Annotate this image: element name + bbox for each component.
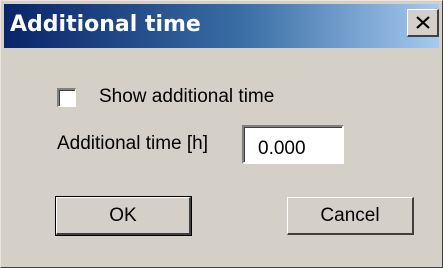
dialog-title: Additional time [10, 12, 201, 37]
close-button[interactable] [407, 9, 439, 37]
title-bar[interactable]: Additional time [4, 4, 439, 48]
additional-time-dialog: Additional time Show additional time Add… [0, 0, 443, 268]
additional-time-label: Additional time [h] [57, 133, 209, 154]
ok-button[interactable]: OK [55, 196, 192, 236]
cancel-button[interactable]: Cancel [287, 197, 414, 235]
show-additional-time-label[interactable]: Show additional time [99, 86, 274, 108]
additional-time-input[interactable] [242, 125, 344, 164]
show-additional-time-option[interactable]: Show additional time [57, 86, 274, 108]
close-icon [415, 16, 430, 29]
show-additional-time-checkbox[interactable] [57, 87, 76, 107]
